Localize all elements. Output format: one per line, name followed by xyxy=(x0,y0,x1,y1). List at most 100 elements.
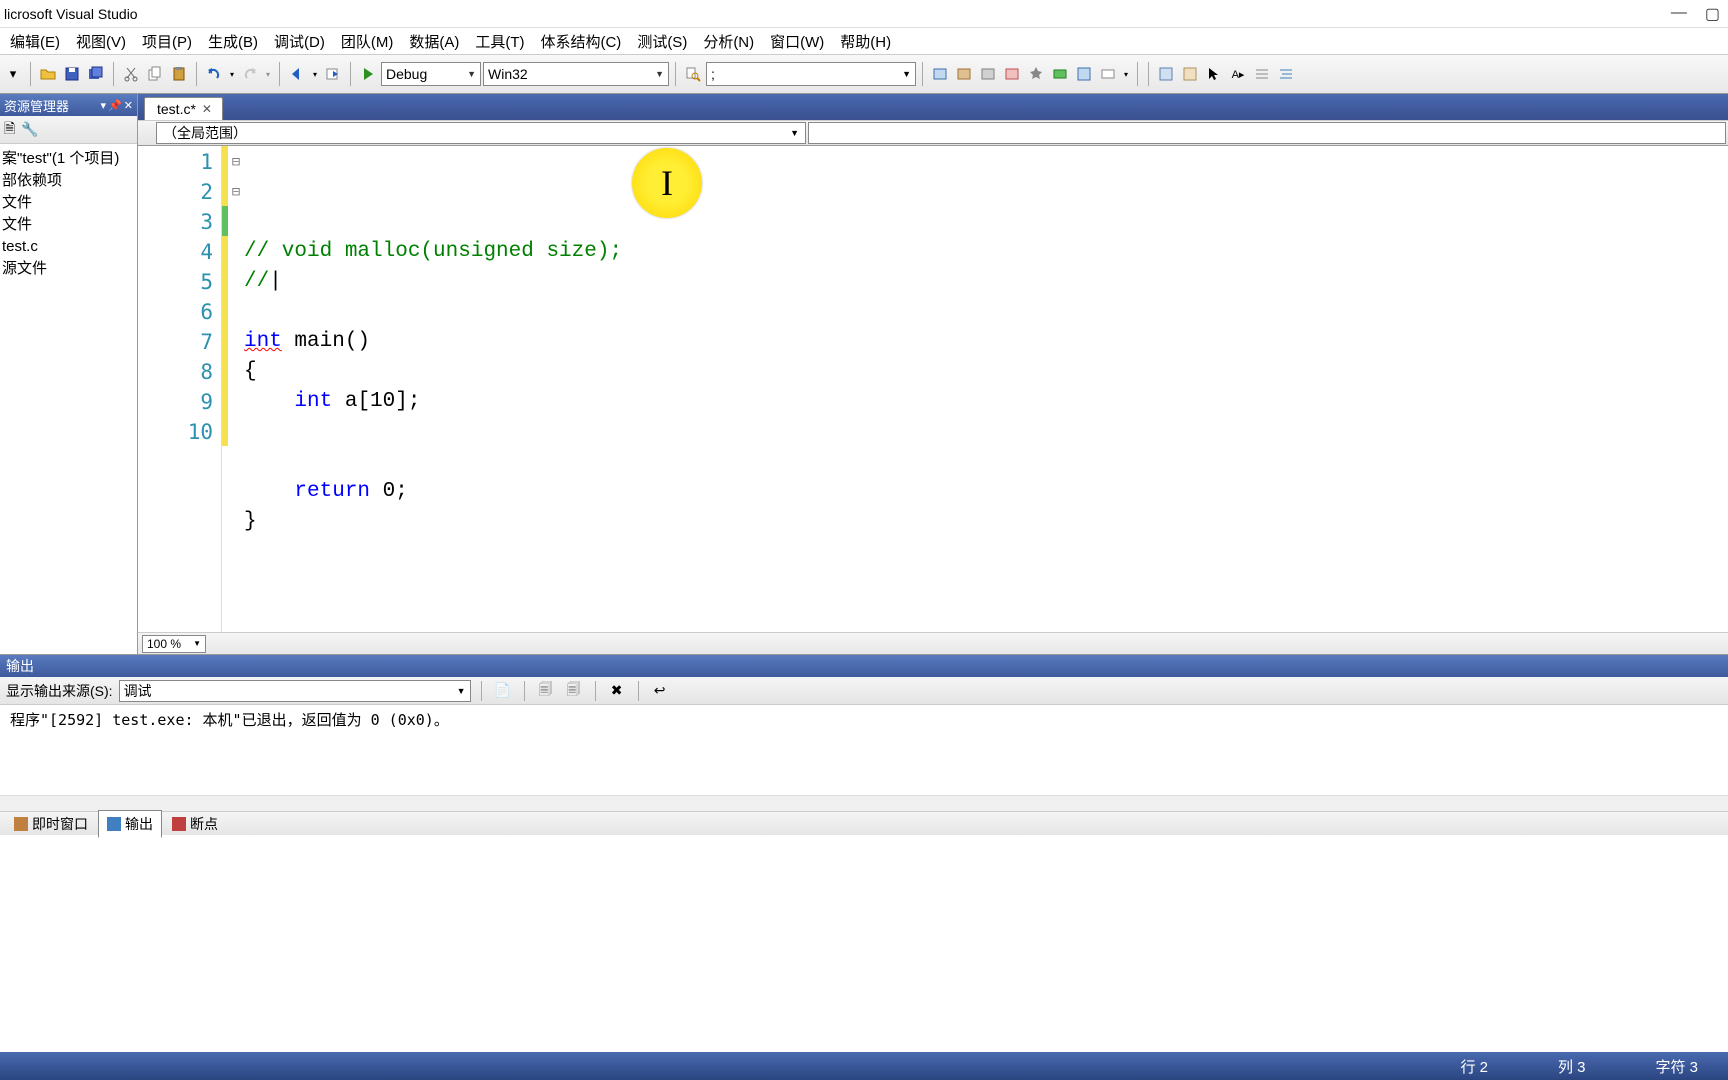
menu-item[interactable]: 编辑(E) xyxy=(2,27,68,56)
output-icon-3[interactable]: 🗐 xyxy=(563,680,585,702)
menu-item[interactable]: 体系结构(C) xyxy=(532,27,629,56)
toggle-wrap-icon[interactable]: ↩ xyxy=(649,680,671,702)
fold-gutter[interactable]: ⊟⊟ xyxy=(228,146,244,632)
save-icon[interactable] xyxy=(61,63,83,85)
window-controls: — ▢ xyxy=(1671,4,1720,24)
bottom-tab[interactable]: 输出 xyxy=(98,810,162,838)
copy-icon[interactable] xyxy=(144,63,166,85)
code-editor[interactable]: 12345678910 ⊟⊟ I // void malloc(unsigned… xyxy=(138,146,1728,632)
menu-item[interactable]: 分析(N) xyxy=(695,27,762,56)
ext-icon-4[interactable]: A▸ xyxy=(1227,63,1249,85)
paste-icon[interactable] xyxy=(168,63,190,85)
output-title: 输出 xyxy=(6,656,34,676)
output-toolbar: 显示输出来源(S): 调试 ▼ 📄 🗐 🗐 ✖ ↩ xyxy=(0,677,1728,705)
separator xyxy=(595,681,596,701)
menubar: 编辑(E)视图(V)项目(P)生成(B)调试(D)团队(M)数据(A)工具(T)… xyxy=(0,27,1728,54)
redo-dropdown-icon[interactable]: ▾ xyxy=(263,63,273,85)
toolbox-icon-5[interactable] xyxy=(1025,63,1047,85)
cursor-icon[interactable] xyxy=(1203,63,1225,85)
output-icon-2[interactable]: 🗐 xyxy=(535,680,557,702)
output-text[interactable]: 程序"[2592] test.exe: 本机"已退出，返回值为 0 (0x0)。 xyxy=(0,705,1728,795)
status-line: 行 2 xyxy=(1460,1056,1488,1077)
sidebar-dropdown-icon[interactable]: ▾ xyxy=(101,99,107,112)
show-all-icon[interactable]: 🔧 xyxy=(21,121,38,138)
tree-item[interactable]: 案"test"(1 个项目) xyxy=(2,148,135,170)
pin-icon[interactable]: 📌 xyxy=(108,99,122,112)
navigate-back-icon[interactable] xyxy=(286,63,308,85)
minimize-button[interactable]: — xyxy=(1671,4,1687,24)
main-toolbar: ▾ ▾ ▾ ▾ Debug ▼ Win32▼ ;▼ ▾ A▸ xyxy=(0,54,1728,94)
separator xyxy=(279,62,280,86)
cut-icon[interactable] xyxy=(120,63,142,85)
statusbar: 行 2 列 3 字符 3 xyxy=(0,1052,1728,1080)
ext-icon-6[interactable] xyxy=(1275,63,1297,85)
toolbox-icon-1[interactable] xyxy=(929,63,951,85)
find-in-files-icon[interactable] xyxy=(682,63,704,85)
nav-dropdown2-icon[interactable]: ▾ xyxy=(1121,63,1131,85)
toolbox-icon-7[interactable] xyxy=(1073,63,1095,85)
toolbox-icon-2[interactable] xyxy=(953,63,975,85)
menu-item[interactable]: 工具(T) xyxy=(467,27,532,56)
zoom-dropdown[interactable]: 100 % ▼ xyxy=(142,635,206,653)
find-input[interactable]: ;▼ xyxy=(706,62,916,86)
tree-item[interactable]: test.c xyxy=(2,236,135,258)
tree-item[interactable]: 文件 xyxy=(2,192,135,214)
toolbox-icon-4[interactable] xyxy=(1001,63,1023,85)
maximize-button[interactable]: ▢ xyxy=(1705,4,1720,24)
undo-icon[interactable] xyxy=(203,63,225,85)
scope-value: （全局范围） xyxy=(163,123,247,143)
output-source-dropdown[interactable]: 调试 ▼ xyxy=(119,680,471,702)
line-number-gutter: 12345678910 xyxy=(138,146,222,632)
undo-dropdown-icon[interactable]: ▾ xyxy=(227,63,237,85)
platform-dropdown[interactable]: Win32▼ xyxy=(483,62,669,86)
bottom-tab-strip: 即时窗口输出断点 xyxy=(0,811,1728,835)
menu-item[interactable]: 测试(S) xyxy=(629,27,695,56)
platform-value: Win32 xyxy=(488,66,528,82)
open-folder-icon[interactable] xyxy=(37,63,59,85)
ext-icon-5[interactable] xyxy=(1251,63,1273,85)
chevron-down-icon: ▼ xyxy=(467,69,476,79)
output-icon-1[interactable]: 📄 xyxy=(492,680,514,702)
menu-item[interactable]: 项目(P) xyxy=(134,27,200,56)
bottom-tab[interactable]: 即时窗口 xyxy=(6,811,96,837)
tab-label: test.c* xyxy=(157,101,196,117)
scope-dropdown[interactable]: （全局范围） ▼ xyxy=(156,122,806,144)
separator xyxy=(113,62,114,86)
menu-item[interactable]: 视图(V) xyxy=(68,27,134,56)
tree-item[interactable]: 源文件 xyxy=(2,258,135,280)
nav-dropdown-icon[interactable]: ▾ xyxy=(310,63,320,85)
dropdown-arrow-icon[interactable]: ▾ xyxy=(2,63,24,85)
toolbox-icon-8[interactable] xyxy=(1097,63,1119,85)
code-content[interactable]: I // void malloc(unsigned size);//|int m… xyxy=(244,146,1728,632)
toolbox-icon-3[interactable] xyxy=(977,63,999,85)
save-all-icon[interactable] xyxy=(85,63,107,85)
properties-icon[interactable]: 🗎 xyxy=(4,118,15,142)
menu-item[interactable]: 生成(B) xyxy=(200,27,266,56)
separator xyxy=(675,62,676,86)
navigate-forward-icon[interactable] xyxy=(322,63,344,85)
toolbox-icon-6[interactable] xyxy=(1049,63,1071,85)
clear-output-icon[interactable]: ✖ xyxy=(606,680,628,702)
redo-icon[interactable] xyxy=(239,63,261,85)
menu-item[interactable]: 窗口(W) xyxy=(762,27,832,56)
output-scrollbar[interactable] xyxy=(0,795,1728,811)
tree-item[interactable]: 文件 xyxy=(2,214,135,236)
tree-item[interactable]: 部依赖项 xyxy=(2,170,135,192)
close-icon[interactable]: ✕ xyxy=(124,99,133,112)
config-value: Debug xyxy=(386,66,427,82)
menu-item[interactable]: 帮助(H) xyxy=(832,27,899,56)
ext-icon-1[interactable] xyxy=(1155,63,1177,85)
menu-item[interactable]: 团队(M) xyxy=(333,27,402,56)
member-dropdown[interactable] xyxy=(808,122,1726,144)
menu-item[interactable]: 调试(D) xyxy=(266,27,333,56)
close-tab-icon[interactable]: ✕ xyxy=(202,102,212,116)
status-char: 字符 3 xyxy=(1655,1056,1698,1077)
menu-item[interactable]: 数据(A) xyxy=(401,27,467,56)
editor-tab[interactable]: test.c* ✕ xyxy=(144,97,223,120)
app-title: licrosoft Visual Studio xyxy=(4,6,138,22)
ext-icon-2[interactable] xyxy=(1179,63,1201,85)
solution-tree[interactable]: 案"test"(1 个项目)部依赖项文件文件 test.c源文件 xyxy=(0,144,137,654)
bottom-tab[interactable]: 断点 xyxy=(164,811,226,837)
config-dropdown[interactable]: Debug ▼ xyxy=(381,62,481,86)
start-debug-icon[interactable] xyxy=(357,63,379,85)
